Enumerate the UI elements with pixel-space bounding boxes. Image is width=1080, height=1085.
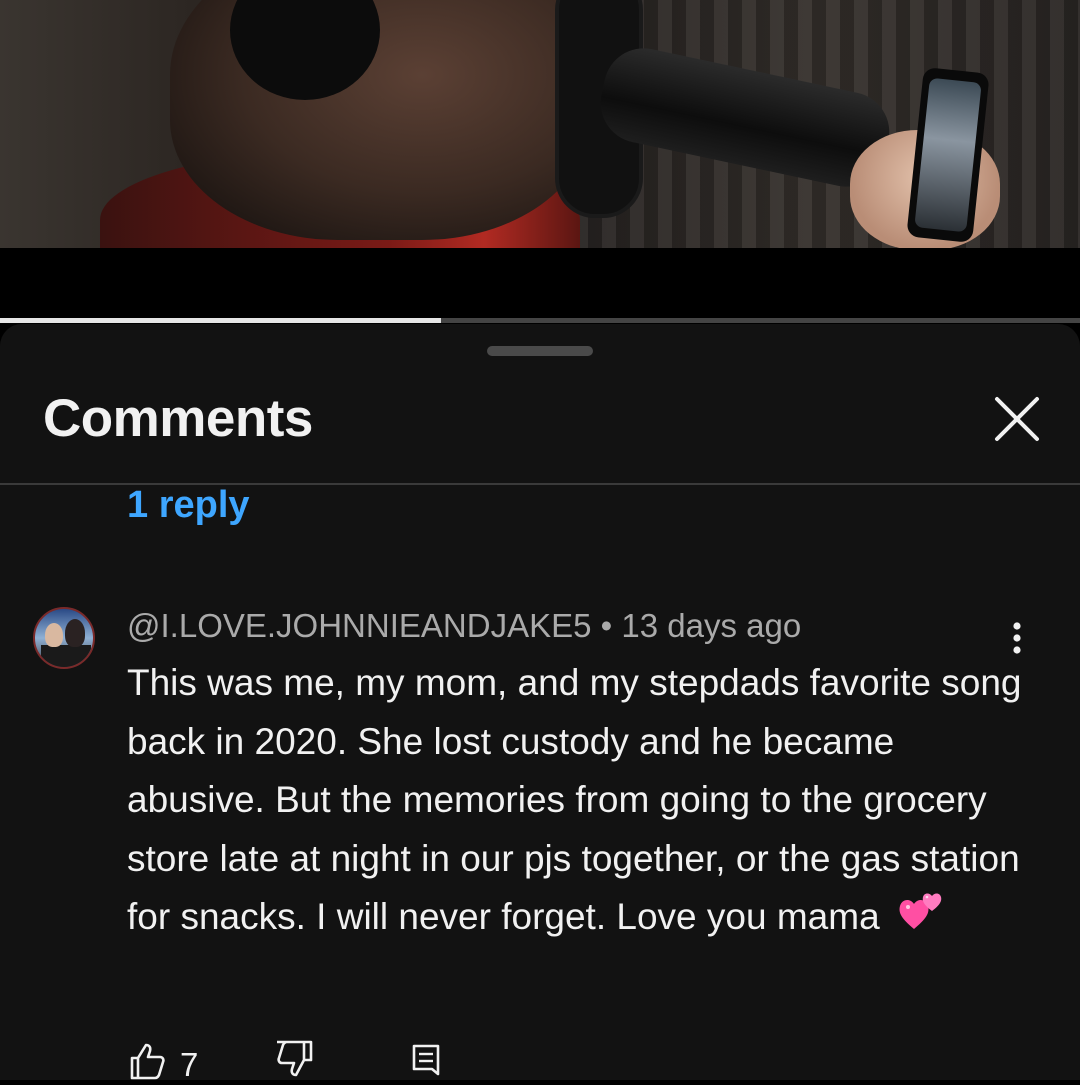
video-player[interactable]: [0, 0, 1080, 248]
comments-title: Comments: [43, 389, 313, 448]
like-icon[interactable]: [127, 1040, 167, 1085]
video-progress-fill: [0, 318, 441, 323]
comment-text-container: This was me, my mom, and my stepdads fav…: [127, 654, 1027, 950]
close-icon[interactable]: [990, 392, 1044, 446]
drag-handle[interactable]: [487, 346, 593, 356]
reply-icon[interactable]: [411, 1040, 441, 1085]
view-replies-link[interactable]: 1 reply: [127, 484, 250, 527]
dislike-icon[interactable]: [273, 1040, 317, 1085]
comment-meta: @I.LOVE.JOHNNIEANDJAKE5 • 13 days ago: [127, 607, 801, 645]
comment-author[interactable]: @I.LOVE.JOHNNIEANDJAKE5: [127, 607, 591, 644]
meta-separator: •: [600, 607, 613, 644]
two-hearts-emoji: [898, 889, 948, 951]
comment-time: 13 days ago: [621, 607, 802, 644]
avatar[interactable]: [33, 607, 95, 669]
more-vert-icon[interactable]: [1000, 618, 1034, 658]
like-count: 7: [180, 1046, 199, 1083]
comment-text: This was me, my mom, and my stepdads fav…: [127, 662, 1022, 938]
